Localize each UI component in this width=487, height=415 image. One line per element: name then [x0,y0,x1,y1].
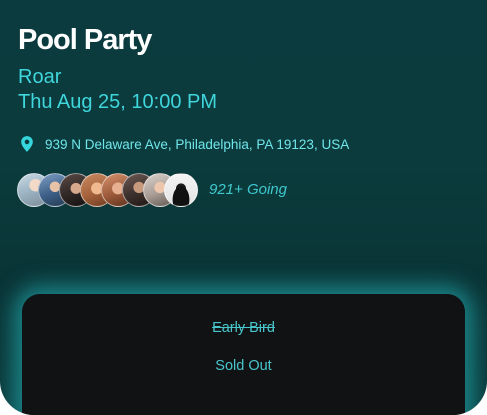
ticket-tier-name: Early Bird [212,320,275,336]
event-host[interactable]: Roar [18,66,61,89]
event-card: Pool Party Roar Thu Aug 25, 10:00 PM 939… [0,0,487,415]
going-count[interactable]: 921+ Going [209,181,287,198]
event-location[interactable]: 939 N Delaware Ave, Philadelphia, PA 191… [18,134,349,154]
attendees[interactable]: 921+ Going [17,173,287,207]
event-datetime: Thu Aug 25, 10:00 PM [18,91,218,113]
map-pin-icon [21,136,33,152]
event-title: Pool Party [18,24,152,56]
ticket-tier-card[interactable]: Early Bird Sold Out [22,294,465,415]
avatar-stack[interactable] [17,173,198,207]
avatar [164,173,198,207]
event-address: 939 N Delaware Ave, Philadelphia, PA 191… [45,136,350,152]
ticket-status: Sold Out [215,358,272,374]
